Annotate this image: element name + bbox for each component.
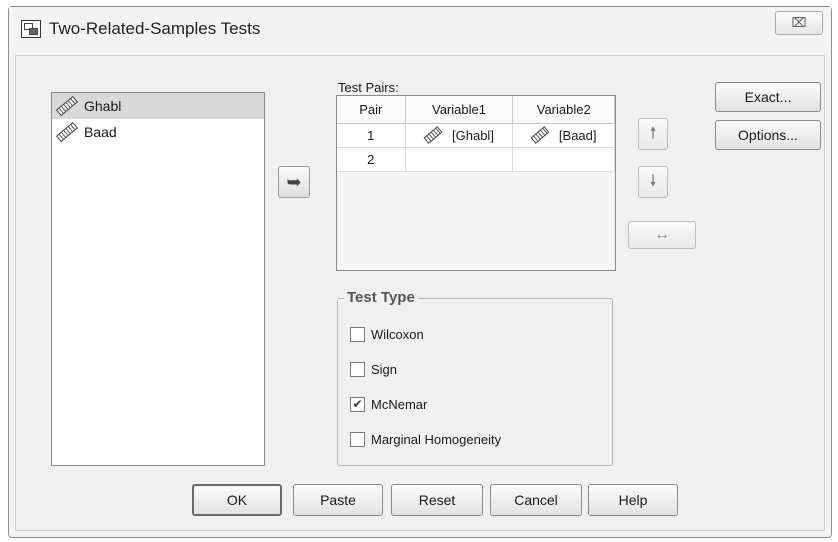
marginal-homogeneity-checkbox[interactable] (350, 432, 365, 447)
variable2-cell[interactable] (512, 147, 615, 172)
wilcoxon-checkbox[interactable] (350, 327, 365, 342)
test-type-group: Test Type Wilcoxon Sign ✔ McNemar Margin… (337, 289, 613, 466)
table-header-row: Pair Variable1 Variable2 (337, 96, 615, 124)
wilcoxon-option[interactable]: Wilcoxon (350, 327, 424, 342)
cancel-button[interactable]: Cancel (490, 484, 582, 516)
column-header-pair: Pair (337, 96, 406, 124)
dialog-body: Ghabl Baad ➥ Test Pairs: Pair Variable1 … (15, 55, 825, 531)
reset-button[interactable]: Reset (391, 484, 483, 516)
variable-item-ghabl[interactable]: Ghabl (52, 93, 264, 119)
scale-ruler-icon (56, 121, 78, 143)
sign-checkbox[interactable] (350, 362, 365, 377)
variable2-cell[interactable]: [Baad] (512, 123, 615, 148)
checkbox-label: Sign (371, 362, 398, 377)
checkbox-label: Wilcoxon (371, 327, 424, 342)
column-header-variable2: Variable2 (512, 96, 615, 124)
marginal-homogeneity-option[interactable]: Marginal Homogeneity (350, 432, 501, 447)
variable-item-baad[interactable]: Baad (52, 119, 264, 145)
column-header-variable1: Variable1 (405, 96, 514, 124)
table-row[interactable]: 1 [Ghabl] [Baad] (337, 123, 615, 148)
scale-ruler-icon (423, 126, 443, 144)
move-down-button[interactable]: 🠗 (638, 166, 668, 198)
variable-label: Ghabl (84, 98, 122, 114)
pair-number-cell: 2 (337, 147, 406, 172)
title-bar: Two-Related-Samples Tests ⌧ (9, 7, 831, 51)
scale-ruler-icon (56, 95, 78, 117)
pair-number-cell: 1 (337, 123, 406, 148)
cell-value: [Baad] (558, 127, 597, 143)
close-icon: ⌧ (791, 15, 807, 30)
paste-button[interactable]: Paste (293, 484, 383, 516)
variable1-cell[interactable] (405, 147, 514, 172)
checkbox-label: Marginal Homogeneity (371, 432, 502, 447)
move-to-pairs-button[interactable]: ➥ (278, 166, 310, 198)
help-button[interactable]: Help (588, 484, 678, 516)
table-row[interactable]: 2 (337, 147, 615, 172)
move-up-button[interactable]: 🠕 (638, 118, 668, 150)
sign-option[interactable]: Sign (350, 362, 397, 377)
swap-arrows-icon: ↔ (654, 226, 670, 243)
cell-value: [Ghabl] (452, 127, 494, 143)
close-button[interactable]: ⌧ (775, 11, 823, 35)
scale-ruler-icon (530, 126, 550, 144)
arrow-right-icon: ➥ (286, 172, 302, 192)
swap-variables-button[interactable]: ↔ (628, 221, 696, 249)
arrow-down-icon: 🠗 (649, 173, 657, 190)
spss-dialog-icon (21, 20, 41, 38)
test-type-legend: Test Type (344, 289, 418, 306)
checkbox-label: McNemar (371, 397, 428, 412)
options-button[interactable]: Options... (715, 120, 821, 150)
exact-button[interactable]: Exact... (715, 82, 821, 112)
ok-button[interactable]: OK (192, 484, 282, 516)
mcnemar-checkbox[interactable]: ✔ (350, 397, 365, 412)
test-pairs-label: Test Pairs: (338, 80, 399, 95)
variable1-cell[interactable]: [Ghabl] (405, 123, 514, 148)
dialog-window: Two-Related-Samples Tests ⌧ Ghabl Baad ➥… (8, 6, 832, 538)
window-title: Two-Related-Samples Tests (49, 19, 261, 38)
source-variable-list[interactable]: Ghabl Baad (51, 92, 265, 466)
arrow-up-icon: 🠕 (649, 125, 657, 142)
mcnemar-option[interactable]: ✔ McNemar (350, 397, 427, 412)
test-pairs-table[interactable]: Pair Variable1 Variable2 1 [Ghabl] [Baad… (336, 95, 616, 271)
variable-label: Baad (84, 124, 117, 140)
